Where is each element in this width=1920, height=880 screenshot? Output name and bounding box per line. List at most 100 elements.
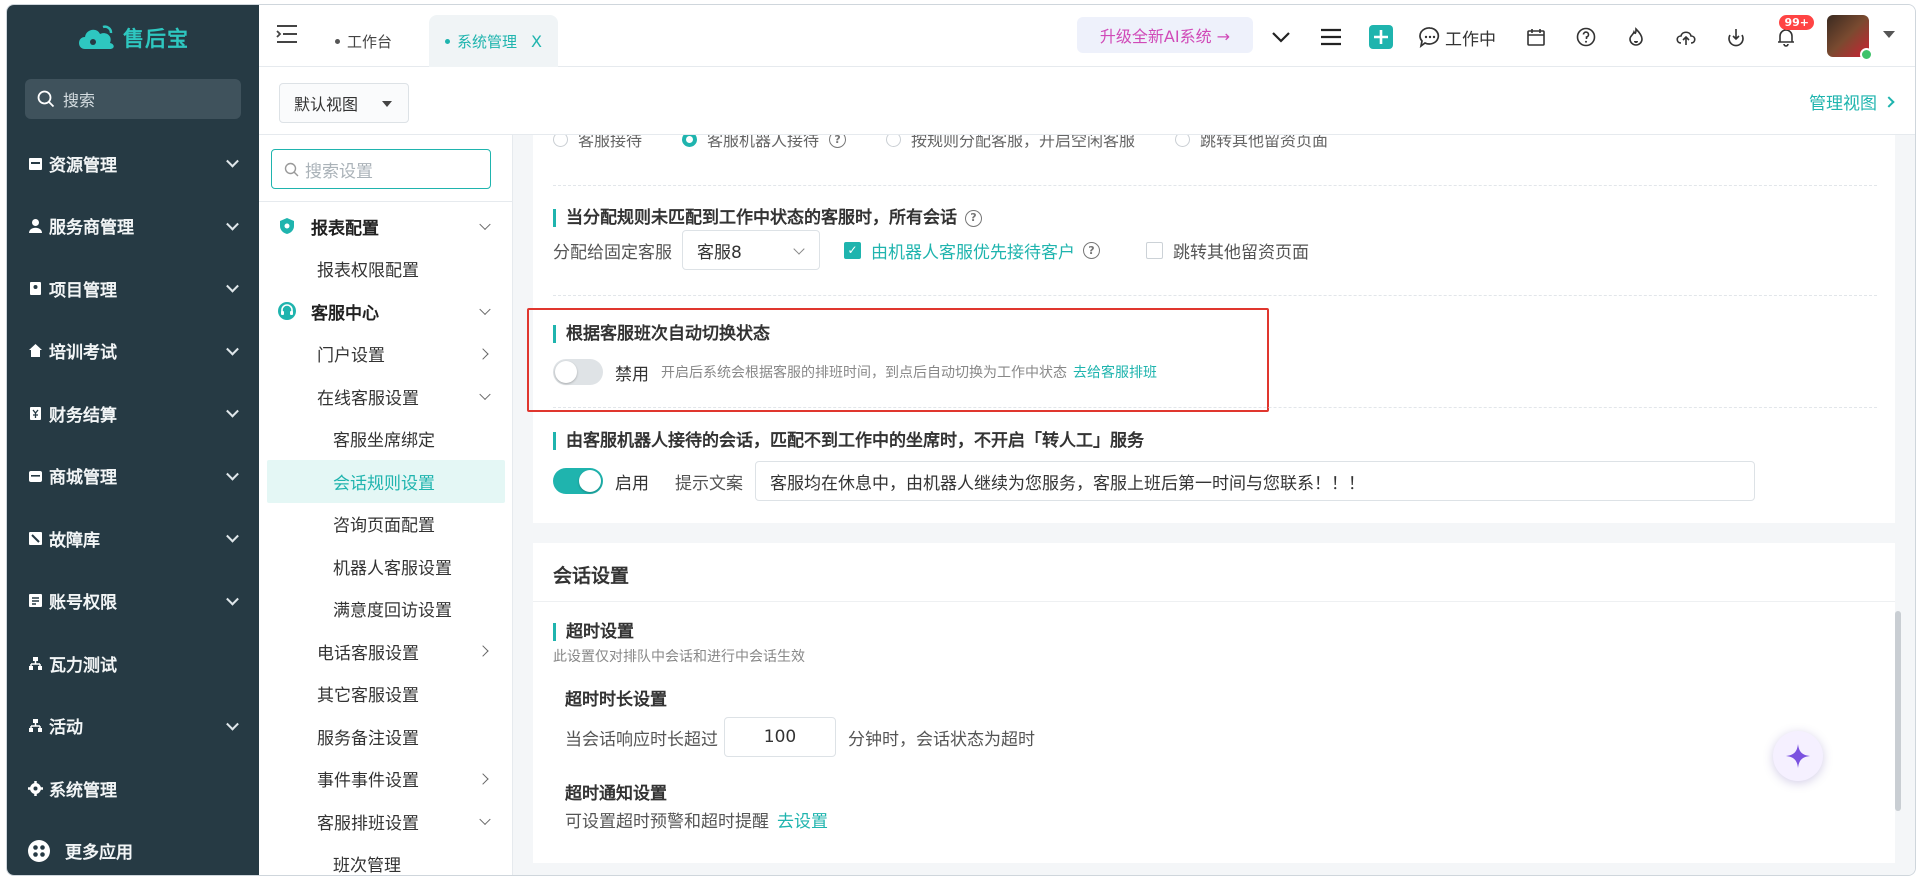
ai-upgrade-button[interactable]: 升级全新AI系统 → [1077, 17, 1253, 53]
settings-item-session-rules[interactable]: 会话规则设置 [267, 460, 505, 503]
sidebar-item-training[interactable]: 培训考试 [7, 320, 259, 383]
robot-session-row: 启用 提示文案 客服均在休息中，由机器人继续为您服务，客服上班后第一时间与您联系… [553, 461, 1755, 501]
timeout-title: 超时设置 [553, 623, 634, 641]
auto-switch-toggle[interactable] [553, 359, 603, 385]
notify-settings-link[interactable]: 去设置 [777, 807, 828, 832]
sidebar-item-test[interactable]: 瓦力测试 [7, 632, 259, 695]
prompt-input[interactable]: 客服均在休息中，由机器人继续为您服务，客服上班后第一时间与您联系！！！ [755, 461, 1755, 501]
settings-group-report[interactable]: 报表配置 [259, 205, 512, 248]
avatar[interactable] [1827, 15, 1873, 61]
robot-first-label: 由机器人客服优先接待客户 [871, 242, 1075, 263]
settings-group-service-center[interactable]: 客服中心 [259, 290, 512, 333]
settings-item-portal[interactable]: 门户设置 [259, 333, 512, 376]
settings-item-satisfaction[interactable]: 满意度回访设置 [259, 588, 512, 631]
sidebar-item-system[interactable]: 系统管理 [7, 757, 259, 820]
sidebar-item-store[interactable]: 商城管理 [7, 445, 259, 508]
settings-item-label: 门户设置 [317, 346, 385, 367]
scrollbar-thumb[interactable] [1895, 611, 1901, 811]
sidebar-item-label: 商城管理 [49, 468, 117, 489]
sidebar-item-provider[interactable]: 服务商管理 [7, 195, 259, 258]
tab-close-icon[interactable]: X [531, 32, 542, 51]
unmatched-rule-title: 当分配规则未匹配到工作中状态的客服时，所有会话 ? [553, 209, 982, 227]
redirect-checkbox[interactable] [1146, 241, 1163, 259]
list-menu-icon[interactable] [1319, 25, 1343, 49]
settings-item-robot-service[interactable]: 机器人客服设置 [259, 545, 512, 588]
agent-select[interactable]: 客服8 [682, 230, 820, 270]
download-icon[interactable] [1724, 25, 1748, 49]
robot-session-toggle[interactable] [553, 468, 603, 494]
sidebar-item-project[interactable]: 项目管理 [7, 257, 259, 320]
sidebar-item-account[interactable]: 账号权限 [7, 570, 259, 633]
settings-item-consult-page[interactable]: 咨询页面配置 [259, 503, 512, 546]
schedule-link[interactable]: 去给客服排班 [1073, 362, 1157, 382]
logo[interactable]: 售后宝 [75, 23, 189, 53]
help-icon[interactable]: ? [829, 135, 847, 148]
settings-item-label: 满意度回访设置 [333, 601, 452, 622]
settings-item-shift-management[interactable]: 班次管理 [259, 843, 512, 875]
apps-grid-icon [27, 839, 51, 863]
chevron-right-icon [477, 773, 489, 785]
work-status[interactable]: 工作中 [1419, 25, 1496, 50]
settings-search-placeholder: 搜索设置 [305, 161, 373, 182]
radio[interactable] [1175, 135, 1191, 147]
sidebar-item-resource[interactable]: 资源管理 [7, 132, 259, 195]
robot-first-checkbox[interactable]: ✓ [844, 241, 861, 259]
sidebar-item-finance[interactable]: 财务结算 [7, 382, 259, 445]
settings-item-scheduling[interactable]: 客服排班设置 [259, 800, 512, 843]
avatar-dropdown-icon[interactable] [1883, 31, 1895, 38]
duration-suffix: 分钟时，会话状态为超时 [848, 729, 1035, 750]
help-icon[interactable]: ? [1083, 241, 1100, 259]
tab-system-management[interactable]: 系统管理 X [429, 15, 558, 67]
manage-view-link[interactable]: 管理视图 [1809, 89, 1895, 114]
view-select[interactable]: 默认视图 [279, 83, 409, 123]
help-icon[interactable] [1574, 25, 1598, 49]
chevron-down-icon [226, 530, 239, 543]
calendar-icon[interactable] [1524, 25, 1548, 49]
sidebar-more-apps[interactable]: 更多应用 [7, 820, 259, 876]
session-rules-card: 客服接待 客服机器人接待? 按规则分配客服，开启空闲客服 跳转其他留资页面 当分… [527, 135, 1895, 523]
settings-group-label: 客服中心 [311, 303, 379, 324]
settings-item-seat-binding[interactable]: 客服坐席绑定 [259, 418, 512, 461]
tab-workbench[interactable]: 工作台 [335, 15, 392, 67]
settings-item-events[interactable]: 事件事件设置 [259, 758, 512, 801]
menu-toggle-icon[interactable] [275, 23, 299, 45]
settings-item-phone-service[interactable]: 电话客服设置 [259, 630, 512, 673]
settings-search-input[interactable]: 搜索设置 [271, 149, 491, 189]
sidebar-search[interactable]: 搜索 [25, 79, 241, 119]
sidebar-item-activity[interactable]: 活动 [7, 695, 259, 758]
add-icon[interactable] [1369, 25, 1393, 49]
resource-icon [27, 155, 43, 171]
cloud-upload-icon[interactable] [1674, 25, 1698, 49]
radio[interactable] [886, 135, 902, 147]
sidebar-item-fault[interactable]: 故障库 [7, 507, 259, 570]
settings-item-online-service[interactable]: 在线客服设置 [259, 375, 512, 418]
notify-title: 超时通知设置 [565, 784, 667, 804]
radio[interactable] [553, 135, 568, 147]
bell-icon[interactable]: 99+ [1774, 15, 1814, 49]
settings-item-label: 客服排班设置 [317, 813, 419, 834]
settings-item-other-service[interactable]: 其它客服设置 [259, 673, 512, 716]
timeout-hint: 此设置仅对排队中会话和进行中会话生效 [553, 649, 805, 665]
fire-icon[interactable] [1624, 25, 1648, 49]
chevron-down-icon [479, 388, 491, 401]
chevron-right-icon [477, 645, 489, 657]
settings-item-label: 事件事件设置 [317, 771, 419, 792]
search-icon [284, 162, 299, 176]
account-icon [27, 593, 43, 609]
online-status-dot [1860, 48, 1873, 61]
settings-item-label: 电话客服设置 [317, 643, 419, 664]
duration-input[interactable]: 100 [724, 717, 836, 757]
chevron-down-icon[interactable] [1269, 25, 1293, 49]
ai-assistant-button[interactable] [1773, 731, 1823, 781]
help-icon[interactable]: ? [965, 209, 982, 227]
sidebar-item-label: 账号权限 [49, 593, 117, 614]
sidebar-item-label: 活动 [49, 718, 83, 739]
test-icon [27, 655, 43, 671]
settings-item-report-permission[interactable]: 报表权限配置 [259, 248, 512, 291]
radio[interactable] [682, 135, 698, 147]
work-status-label: 工作中 [1445, 29, 1496, 50]
divider [533, 601, 1895, 602]
sidebar-search-placeholder: 搜索 [63, 91, 96, 110]
caret-down-icon [382, 101, 392, 107]
settings-item-service-notes[interactable]: 服务备注设置 [259, 715, 512, 758]
